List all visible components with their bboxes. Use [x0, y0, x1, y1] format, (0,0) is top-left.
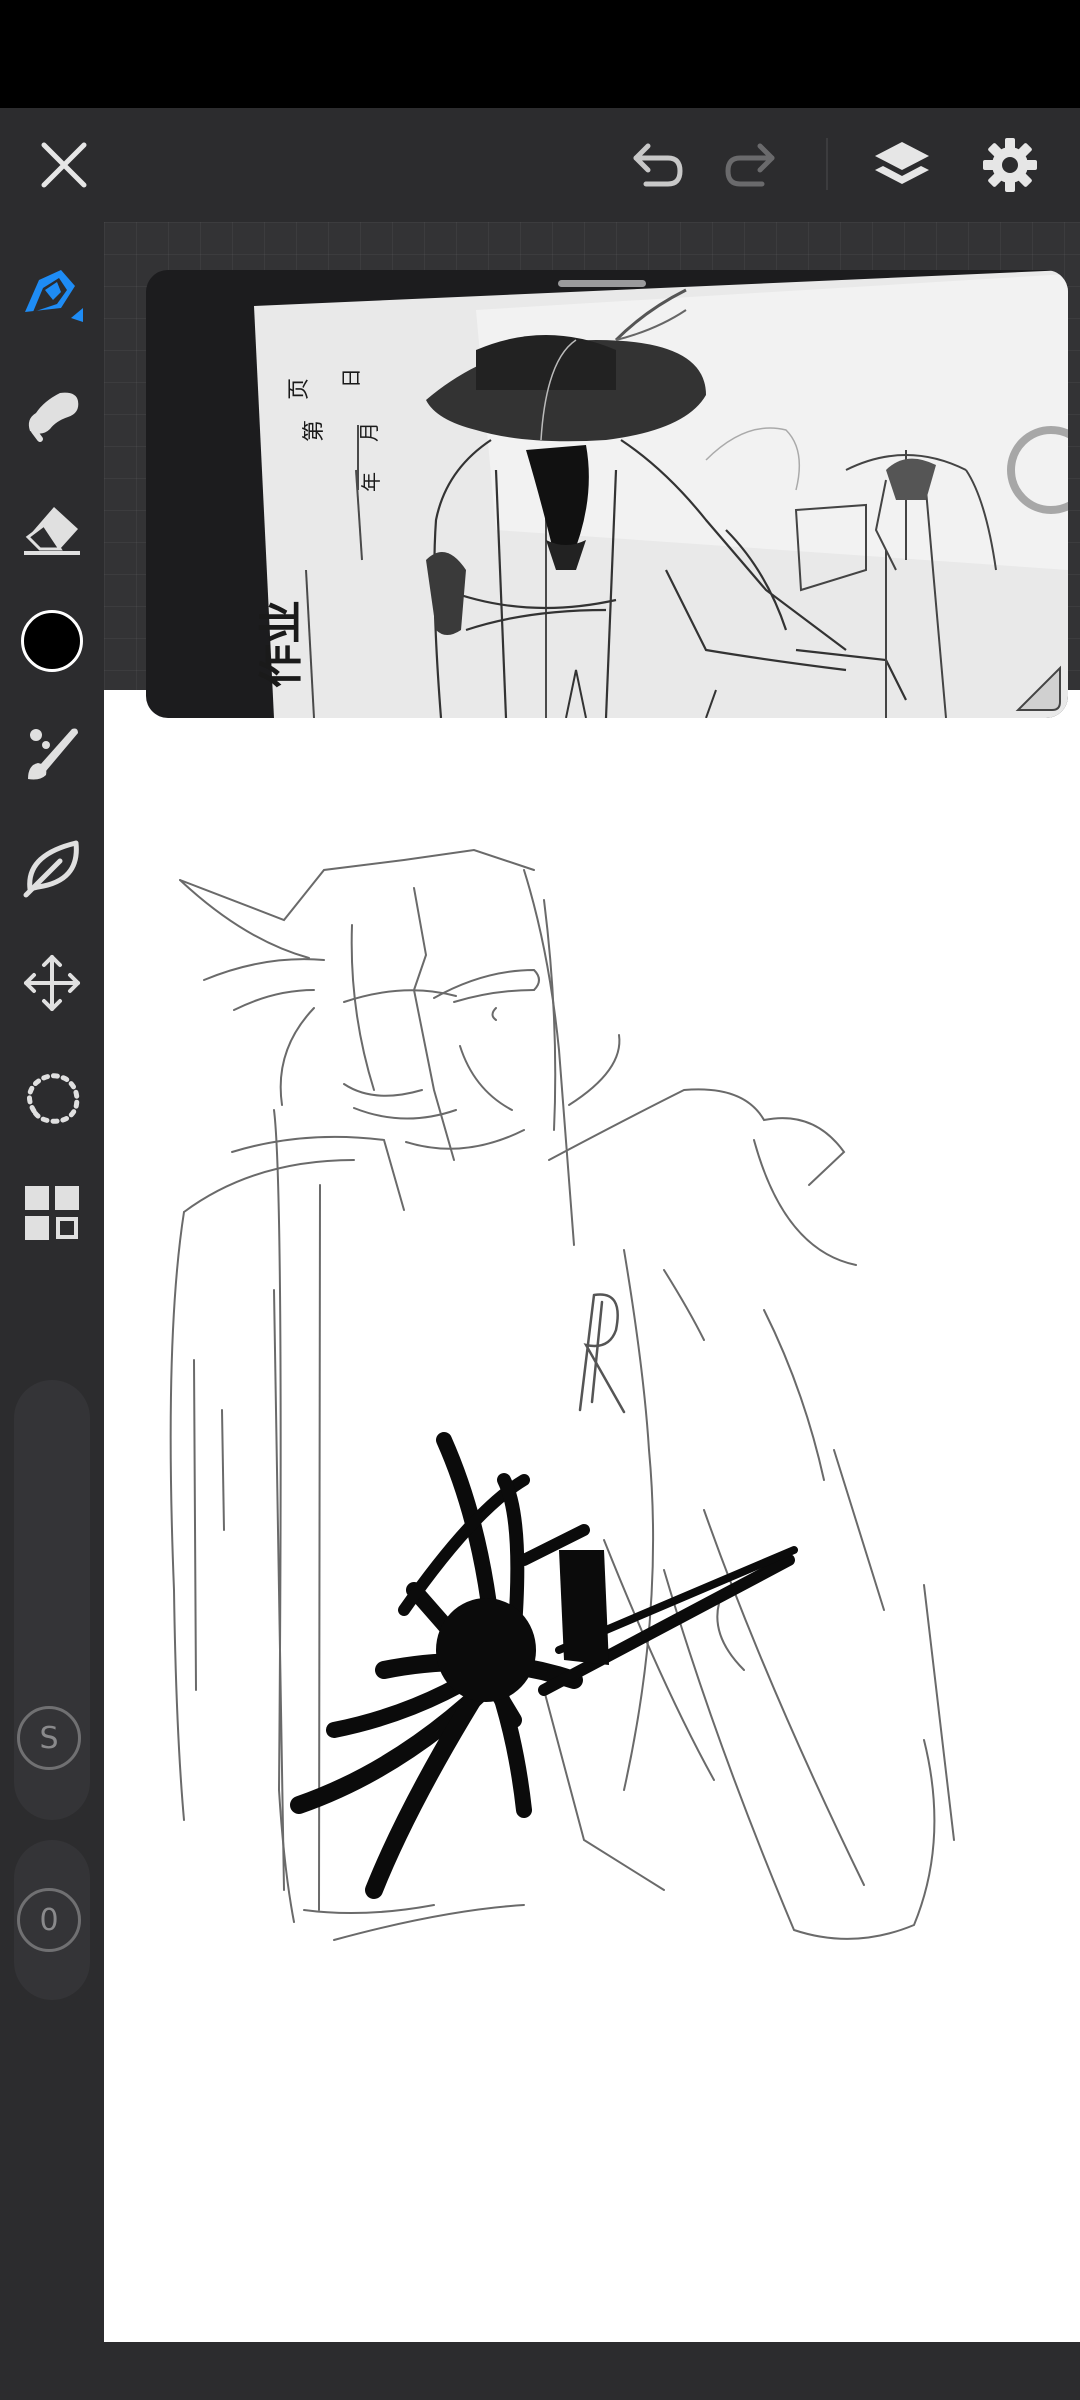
brush-tool[interactable]: [0, 698, 104, 808]
redo-icon: [725, 143, 775, 187]
close-icon: [41, 142, 87, 188]
brush-size-label: S: [39, 1720, 59, 1756]
ref-label-no: 第: [302, 420, 327, 442]
color-swatch[interactable]: [0, 586, 104, 696]
undo-icon: [633, 143, 683, 187]
reference-photo: 页 第 日 月 年 作业: [254, 270, 1068, 718]
layers-icon: [875, 142, 929, 184]
grid-icon: [25, 1186, 79, 1240]
smudge-tool[interactable]: [0, 356, 104, 466]
brush-size-button[interactable]: S: [17, 1706, 81, 1770]
smudge-icon: [28, 392, 79, 442]
reference-resize-corner[interactable]: [1012, 662, 1064, 714]
settings-button[interactable]: [970, 108, 1050, 222]
sketch-artwork: [169, 848, 955, 1941]
pen-icon: [25, 270, 83, 322]
reference-panel-handle[interactable]: [558, 280, 646, 287]
gallery-tool[interactable]: [0, 1158, 104, 1268]
status-bar: [0, 0, 1080, 108]
ref-label-homework: 作业: [256, 600, 307, 688]
transform-tool[interactable]: [0, 928, 104, 1038]
ref-label-month: 月: [357, 422, 381, 442]
bottom-bar: [104, 2342, 1080, 2400]
lasso-icon: [27, 1073, 80, 1124]
drawing-canvas[interactable]: [104, 690, 1080, 2342]
redo-button[interactable]: [716, 108, 788, 222]
resize-corner-icon: [1015, 665, 1061, 711]
undo-button[interactable]: [620, 108, 692, 222]
ref-label-day: 日: [339, 368, 363, 388]
reference-image-panel[interactable]: 页 第 日 月 年 作业: [146, 270, 1068, 718]
lasso-tool[interactable]: [0, 1042, 104, 1152]
opacity-slider[interactable]: 0: [14, 1840, 90, 2000]
eraser-tool[interactable]: [0, 472, 104, 582]
toolbar-divider: [826, 138, 828, 190]
layers-button[interactable]: [862, 108, 942, 222]
move-arrows-icon: [24, 955, 80, 1011]
ref-label-year: 年: [359, 472, 383, 492]
ref-label-page: 页: [287, 378, 312, 400]
brush-size-slider[interactable]: S: [14, 1380, 90, 1820]
opacity-label: 0: [39, 1902, 59, 1938]
brush-icon: [28, 728, 78, 780]
gear-icon: [983, 138, 1037, 192]
opacity-button[interactable]: 0: [17, 1888, 81, 1952]
current-color-indicator: [21, 610, 83, 672]
pen-tool[interactable]: [0, 242, 104, 352]
close-button[interactable]: [24, 108, 104, 222]
leaf-icon: [23, 840, 79, 898]
tool-sidebar: S 0: [0, 222, 104, 2400]
top-toolbar: [0, 108, 1080, 222]
eraser-icon: [24, 507, 80, 555]
fill-tool[interactable]: [0, 812, 104, 922]
